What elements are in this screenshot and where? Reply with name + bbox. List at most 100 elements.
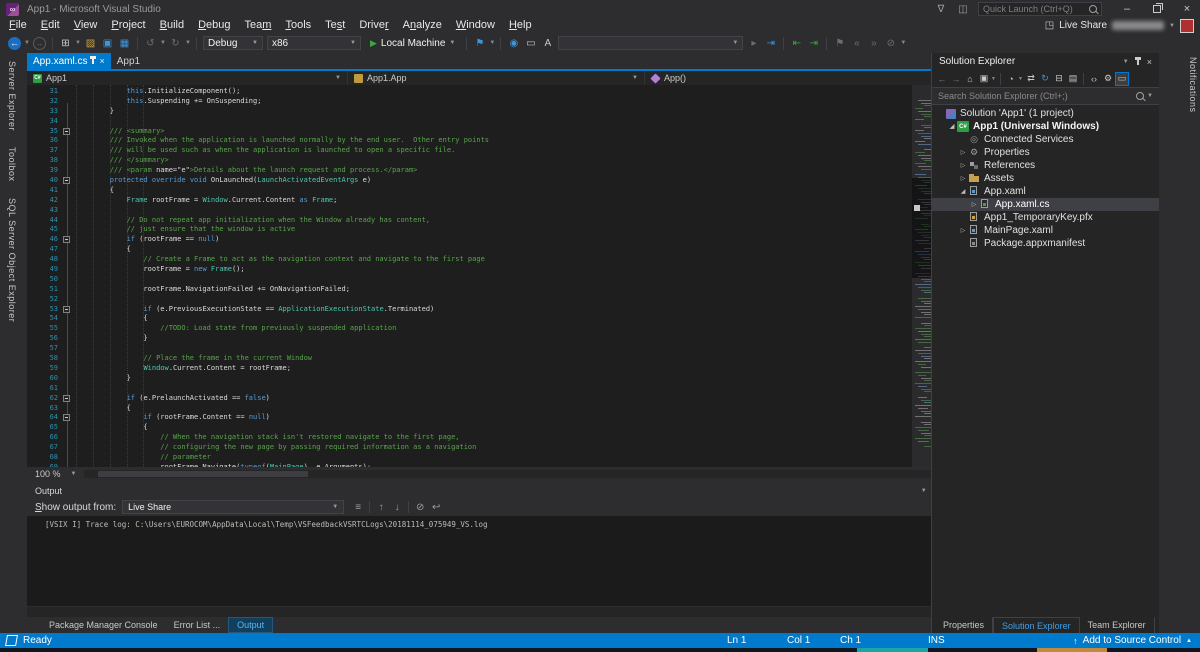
- panel-tab-package-manager-console[interactable]: Package Manager Console: [41, 617, 166, 633]
- tree-item-solution-app1-1-project-[interactable]: Solution 'App1' (1 project): [932, 107, 1159, 120]
- fold-collapse-icon[interactable]: [63, 177, 70, 184]
- fold-collapse-icon[interactable]: [63, 306, 70, 313]
- panel-tab-error-list-[interactable]: Error List ...: [166, 617, 229, 633]
- menu-edit[interactable]: Edit: [34, 18, 67, 33]
- menu-project[interactable]: Project: [104, 18, 152, 33]
- redo-icon[interactable]: ↻: [167, 35, 184, 51]
- navigate-forward-icon[interactable]: →: [33, 37, 46, 50]
- tree-item-connected-services[interactable]: ◎Connected Services: [932, 133, 1159, 146]
- send-feedback-icon[interactable]: ◫: [956, 4, 970, 15]
- save-icon[interactable]: ▣: [99, 35, 116, 51]
- add-to-source-control-button[interactable]: ↑ Add to Source Control ▲: [1073, 633, 1192, 648]
- zoom-control[interactable]: 100 % ▼: [27, 469, 84, 479]
- sidebar-tab-sql-server-object-explorer[interactable]: SQL Server Object Explorer: [7, 190, 17, 330]
- tree-item-app-xaml-cs[interactable]: ▷App.xaml.cs: [932, 198, 1159, 211]
- collapsed-arrow-icon[interactable]: ▷: [958, 149, 968, 156]
- tree-item-app1-universal-windows-[interactable]: ◢C#App1 (Universal Windows): [932, 120, 1159, 133]
- home-icon[interactable]: ⌂: [963, 72, 977, 86]
- window-position-caret-icon[interactable]: ▼: [921, 488, 927, 494]
- output-source-dropdown[interactable]: Live Share ▼: [122, 500, 344, 514]
- save-all-icon[interactable]: ▦: [116, 35, 133, 51]
- dropdown-caret-icon[interactable]: ▼: [74, 40, 82, 46]
- properties-icon[interactable]: ⚙: [1101, 72, 1115, 86]
- live-share-session-icon[interactable]: ◉: [505, 35, 522, 51]
- menu-view[interactable]: View: [67, 18, 105, 33]
- quick-launch-input[interactable]: Quick Launch (Ctrl+Q): [978, 2, 1102, 16]
- tree-item-references[interactable]: ▷References: [932, 159, 1159, 172]
- go-to-definition-icon[interactable]: ⇥: [805, 35, 822, 51]
- collapse-all-icon[interactable]: ⊟: [1052, 72, 1066, 86]
- close-panel-icon[interactable]: ×: [1147, 57, 1152, 67]
- breadcrumb-type[interactable]: App1.App▼: [348, 71, 645, 85]
- profiler-flag-icon[interactable]: ⚑: [471, 35, 488, 51]
- collapsed-arrow-icon[interactable]: ▷: [958, 227, 968, 234]
- previous-bookmark-icon[interactable]: «: [848, 35, 865, 51]
- start-debugging-button[interactable]: ▶Local Machine▼: [363, 34, 462, 52]
- collapsed-arrow-icon[interactable]: ▷: [969, 201, 979, 208]
- horizontal-scrollbar[interactable]: [84, 470, 956, 478]
- tree-item-package-appxmanifest[interactable]: Package.appxmanifest: [932, 237, 1159, 250]
- menu-driver[interactable]: Driver: [352, 18, 395, 33]
- open-file-icon[interactable]: ▨: [82, 35, 99, 51]
- previous-message-icon[interactable]: ↑: [373, 502, 389, 513]
- pin-icon[interactable]: [1137, 59, 1139, 65]
- show-all-files-icon[interactable]: ▤: [1066, 72, 1080, 86]
- live-share-button[interactable]: Live Share: [1059, 20, 1107, 31]
- toggle-word-wrap-icon[interactable]: ↩: [428, 502, 444, 513]
- navigate-backward-icon[interactable]: ←: [8, 37, 21, 50]
- refresh-icon[interactable]: ↻: [1038, 72, 1052, 86]
- menu-help[interactable]: Help: [502, 18, 539, 33]
- pending-changes-filter-icon[interactable]: ◔: [1004, 72, 1018, 86]
- new-project-icon[interactable]: ⊞: [57, 35, 74, 51]
- fold-collapse-icon[interactable]: [63, 414, 70, 421]
- panel-tab-properties[interactable]: Properties: [935, 617, 993, 633]
- minimize-button[interactable]: –: [1116, 0, 1138, 18]
- search-options-caret-icon[interactable]: ▼: [1147, 93, 1153, 99]
- feedback-filter-icon[interactable]: ∇: [934, 4, 948, 15]
- menu-test[interactable]: Test: [318, 18, 352, 33]
- breadcrumb-project[interactable]: C#App1▼: [27, 71, 348, 85]
- feedback-bubble-icon[interactable]: ▭: [522, 35, 539, 51]
- horizontal-scrollbar-thumb[interactable]: [98, 471, 308, 477]
- pin-tab-icon[interactable]: [92, 58, 94, 64]
- dropdown-caret-icon[interactable]: ▼: [159, 40, 167, 46]
- menu-file[interactable]: File: [2, 18, 34, 33]
- navigate-forward-icon[interactable]: →: [949, 72, 963, 86]
- panel-tab-solution-explorer[interactable]: Solution Explorer: [993, 617, 1080, 633]
- expanded-arrow-icon[interactable]: ◢: [958, 188, 968, 195]
- clear-all-icon[interactable]: ⊘: [412, 502, 428, 513]
- sidebar-tab-server-explorer[interactable]: Server Explorer: [7, 53, 17, 139]
- sync-with-active-document-icon[interactable]: ⇄: [1024, 72, 1038, 86]
- navigate-to-icon[interactable]: ⇤: [788, 35, 805, 51]
- menu-team[interactable]: Team: [238, 18, 279, 33]
- sidebar-tab-toolbox[interactable]: Toolbox: [7, 139, 17, 190]
- solution-configurations-dropdown[interactable]: Debug▼: [203, 36, 263, 50]
- breadcrumb-member[interactable]: App()▼: [645, 71, 958, 85]
- collapsed-arrow-icon[interactable]: ▷: [958, 175, 968, 182]
- expanded-arrow-icon[interactable]: ◢: [947, 123, 957, 130]
- tree-item-app1-temporarykey-pfx[interactable]: App1_TemporaryKey.pfx: [932, 211, 1159, 224]
- user-avatar[interactable]: [1180, 19, 1194, 33]
- rename-icon[interactable]: A: [539, 35, 556, 51]
- user-name-redacted[interactable]: [1112, 21, 1164, 30]
- fold-collapse-icon[interactable]: [63, 128, 70, 135]
- solution-platforms-dropdown[interactable]: x86▼: [267, 36, 361, 50]
- window-position-caret-icon[interactable]: ▼: [1123, 59, 1129, 65]
- find-combobox[interactable]: ▼: [558, 36, 743, 50]
- panel-tab-team-explorer[interactable]: Team Explorer: [1080, 617, 1155, 633]
- tab-app1[interactable]: App1: [111, 53, 146, 69]
- switch-views-icon[interactable]: ▣: [977, 72, 991, 86]
- panel-tab-output[interactable]: Output: [228, 617, 273, 633]
- restore-button[interactable]: [1146, 0, 1168, 18]
- find-expand-icon[interactable]: ▸: [745, 35, 762, 51]
- menu-tools[interactable]: Tools: [278, 18, 318, 33]
- undo-icon[interactable]: ↺: [142, 35, 159, 51]
- menu-window[interactable]: Window: [449, 18, 502, 33]
- toggle-bookmark-icon[interactable]: ⚑: [831, 35, 848, 51]
- output-horizontal-scrollbar[interactable]: ▶: [27, 607, 948, 617]
- code-editor[interactable]: 31 this.InitializeComponent();32 this.Su…: [27, 85, 958, 467]
- dropdown-caret-icon[interactable]: ▼: [23, 40, 31, 46]
- tab-app-xaml-cs[interactable]: App.xaml.cs×: [27, 53, 111, 69]
- next-message-icon[interactable]: ↓: [389, 502, 405, 513]
- user-dropdown-caret-icon[interactable]: ▼: [1169, 23, 1175, 29]
